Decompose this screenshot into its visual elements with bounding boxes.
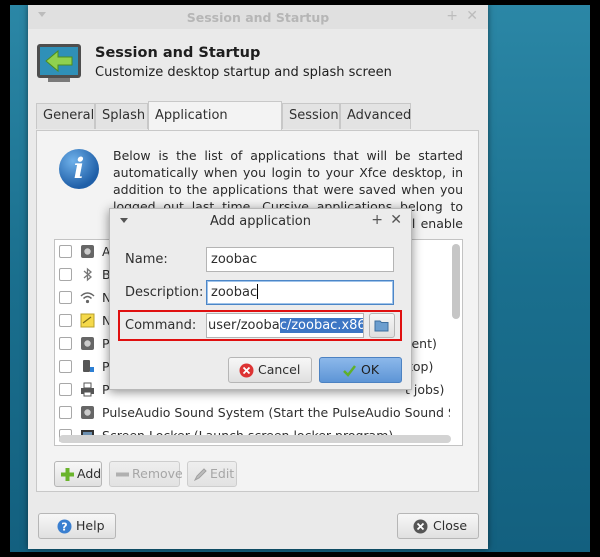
dialog-title: Add application (209, 214, 311, 229)
wifi-icon (80, 292, 95, 304)
tab-general[interactable]: General (36, 103, 95, 129)
close-button[interactable]: Close (397, 513, 479, 539)
enable-checkbox[interactable] (59, 291, 72, 304)
cancel-button[interactable]: Cancel (228, 357, 312, 383)
pencil-icon (193, 468, 207, 482)
svg-text:?: ? (61, 521, 67, 534)
edit-button-label: Edit (210, 466, 235, 481)
tab-application-autostart[interactable]: Application Autostart (148, 101, 282, 151)
printer-icon (81, 382, 94, 397)
window-close-icon[interactable]: ✕ (466, 8, 478, 24)
minus-icon (116, 472, 129, 477)
gear-icon (81, 245, 94, 258)
name-label: Name: (125, 252, 168, 267)
ok-button-label: OK (361, 362, 380, 377)
gear-icon (81, 337, 94, 350)
cancel-icon (239, 363, 254, 378)
add-application-dialog: Add application + ✕ Name: zoobac Descrip… (109, 208, 412, 390)
help-icon: ? (57, 519, 72, 534)
enable-checkbox[interactable] (59, 383, 72, 396)
description-value: zoobac (211, 285, 258, 300)
enable-checkbox[interactable] (59, 406, 72, 419)
session-startup-app-icon (37, 44, 81, 82)
enable-checkbox[interactable] (59, 245, 72, 258)
name-field[interactable]: zoobac (206, 247, 394, 272)
add-button-label: Add (77, 466, 102, 481)
close-icon (413, 519, 428, 534)
bluetooth-icon (83, 267, 92, 282)
gear-icon (81, 406, 94, 419)
enable-checkbox[interactable] (59, 337, 72, 350)
help-button[interactable]: ? Help (38, 513, 116, 539)
scrollbar-thumb[interactable] (452, 244, 460, 319)
help-button-label: Help (76, 518, 105, 533)
header-title: Session and Startup (95, 45, 261, 61)
pin-icon[interactable]: + (371, 212, 383, 228)
edit-button[interactable]: Edit (187, 461, 237, 487)
window-header: Session and Startup Customize desktop st… (28, 29, 488, 93)
plus-icon (61, 468, 74, 481)
info-icon: i (59, 149, 99, 189)
list-vertical-scrollbar[interactable] (452, 244, 460, 434)
note-icon (80, 313, 95, 328)
list-item[interactable]: PulseAudio Sound System (Start the Pulse… (55, 401, 450, 424)
remove-button-label: Remove (132, 466, 183, 481)
dialog-titlebar[interactable]: Add application + ✕ (110, 209, 411, 233)
close-button-label: Close (433, 518, 468, 533)
tab-splash[interactable]: Splash (95, 103, 148, 129)
window-title: Session and Startup (186, 10, 330, 25)
description-field[interactable]: zoobac (206, 280, 394, 305)
tab-advanced[interactable]: Advanced (340, 103, 411, 129)
window-titlebar[interactable]: Session and Startup + ✕ (28, 5, 488, 30)
list-item-label: PulseAudio Sound System (Start the Pulse… (102, 405, 450, 420)
enable-checkbox[interactable] (59, 314, 72, 327)
pin-icon[interactable]: + (446, 8, 458, 24)
ok-button[interactable]: OK (319, 357, 402, 383)
add-button[interactable]: Add (54, 461, 102, 487)
dialog-close-icon[interactable]: ✕ (390, 212, 402, 228)
description-label: Description: (125, 285, 204, 300)
power-icon (83, 360, 94, 372)
cancel-button-label: Cancel (258, 362, 301, 377)
enable-checkbox[interactable] (59, 360, 72, 373)
command-highlight-box (118, 310, 402, 341)
tab-session[interactable]: Session (282, 103, 340, 129)
checkmark-icon (343, 365, 356, 377)
remove-button[interactable]: Remove (109, 461, 183, 487)
text-caret (257, 284, 259, 299)
header-subtitle: Customize desktop startup and splash scr… (95, 65, 392, 80)
list-horizontal-scrollbar[interactable] (59, 435, 451, 443)
enable-checkbox[interactable] (59, 268, 72, 281)
